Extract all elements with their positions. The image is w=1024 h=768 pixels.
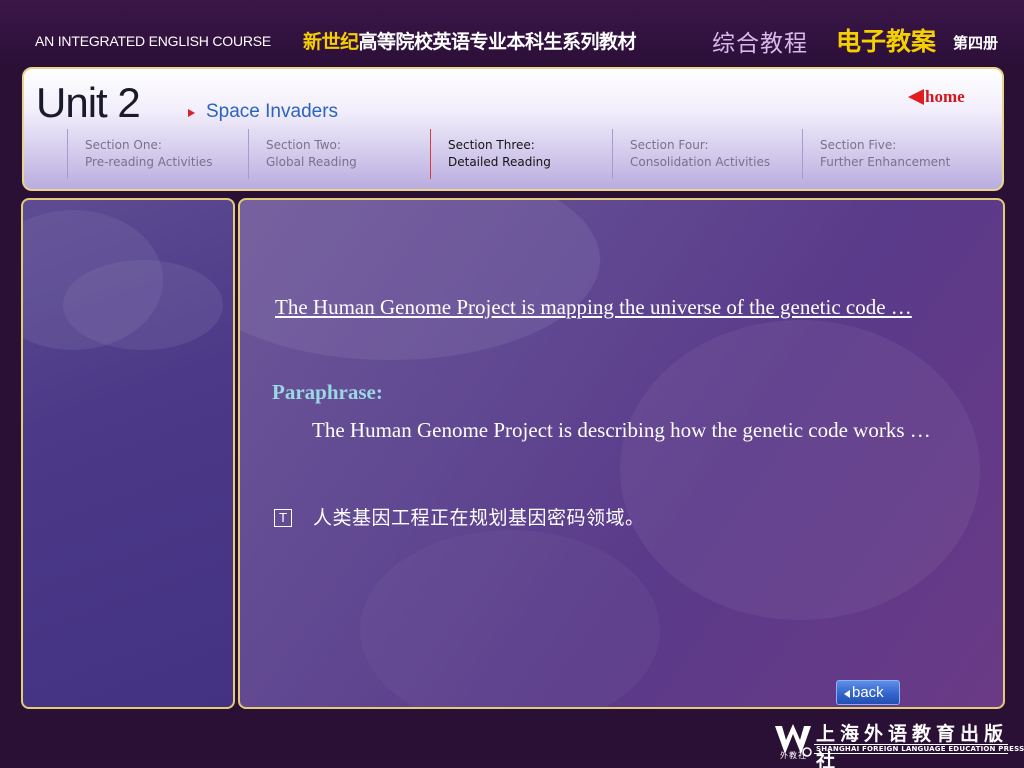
translation-text: 人类基因工程正在规划基因密码领域。 (313, 507, 645, 529)
e-lesson-label: 电子教案 (836, 27, 937, 56)
section-nav: Section One: Pre-reading Activities Sect… (24, 129, 1002, 179)
home-label: home (925, 87, 965, 106)
background-sky-shape (240, 200, 600, 360)
unit-header-panel: Unit 2 Space Invaders home Section One: … (22, 67, 1004, 191)
series-title: 新世纪高等院校英语专业本科生系列教材 (303, 27, 637, 54)
triangle-bullet-icon (188, 109, 195, 117)
section-three-subtitle: Detailed Reading (448, 155, 551, 169)
publisher-short-name: 外教社 (780, 751, 807, 760)
paraphrase-text: The Human Genome Project is describing h… (312, 418, 931, 442)
series-title-highlight: 新世纪 (303, 31, 359, 53)
course-name: AN INTEGRATED ENGLISH COURSE (35, 33, 272, 49)
unit-title: Unit 2 (36, 79, 141, 126)
translation-button[interactable]: T (274, 509, 292, 527)
section-four-title: Section Four: (630, 138, 709, 152)
section-five-link[interactable]: Section Five: Further Enhancement (802, 129, 950, 179)
section-four-subtitle: Consolidation Activities (630, 155, 771, 169)
series-title-rest: 高等院校英语专业本科生系列教材 (358, 31, 637, 53)
section-five-title: Section Five: (820, 138, 897, 152)
section-one-subtitle: Pre-reading Activities (85, 155, 213, 169)
publisher-name-en: SHANGHAI FOREIGN LANGUAGE EDUCATION PRES… (814, 744, 1024, 754)
back-arrow-icon (844, 690, 850, 698)
section-five-subtitle: Further Enhancement (820, 155, 951, 169)
background-building-shape (620, 320, 980, 620)
section-one-link[interactable]: Section One: Pre-reading Activities (67, 129, 213, 179)
section-two-subtitle: Global Reading (266, 155, 357, 169)
section-three-link[interactable]: Section Three: Detailed Reading (430, 129, 551, 179)
quote-sentence: The Human Genome Project is mapping the … (275, 295, 912, 319)
top-banner: AN INTEGRATED ENGLISH COURSE 新世纪高等院校英语专业… (0, 0, 1024, 66)
background-ground-shape (360, 530, 660, 707)
section-two-link[interactable]: Section Two: Global Reading (248, 129, 357, 179)
volume-label: 第四册 (953, 34, 999, 52)
left-arrow-icon (908, 89, 924, 105)
section-three-title: Section Three: (448, 138, 535, 152)
comprehensive-course-label: 综合教程 (712, 31, 808, 57)
section-one-title: Section One: (85, 138, 162, 152)
section-two-title: Section Two: (266, 138, 341, 152)
back-label: back (852, 684, 884, 701)
paraphrase-label: Paraphrase: (272, 380, 383, 404)
section-four-link[interactable]: Section Four: Consolidation Activities (612, 129, 770, 179)
main-content-panel: The Human Genome Project is mapping the … (238, 198, 1005, 709)
background-leaf-shape (63, 260, 223, 350)
home-link[interactable]: home (908, 87, 978, 109)
back-button[interactable]: back (836, 680, 900, 705)
left-decor-panel (21, 198, 235, 709)
unit-subtitle: Space Invaders (206, 101, 339, 122)
